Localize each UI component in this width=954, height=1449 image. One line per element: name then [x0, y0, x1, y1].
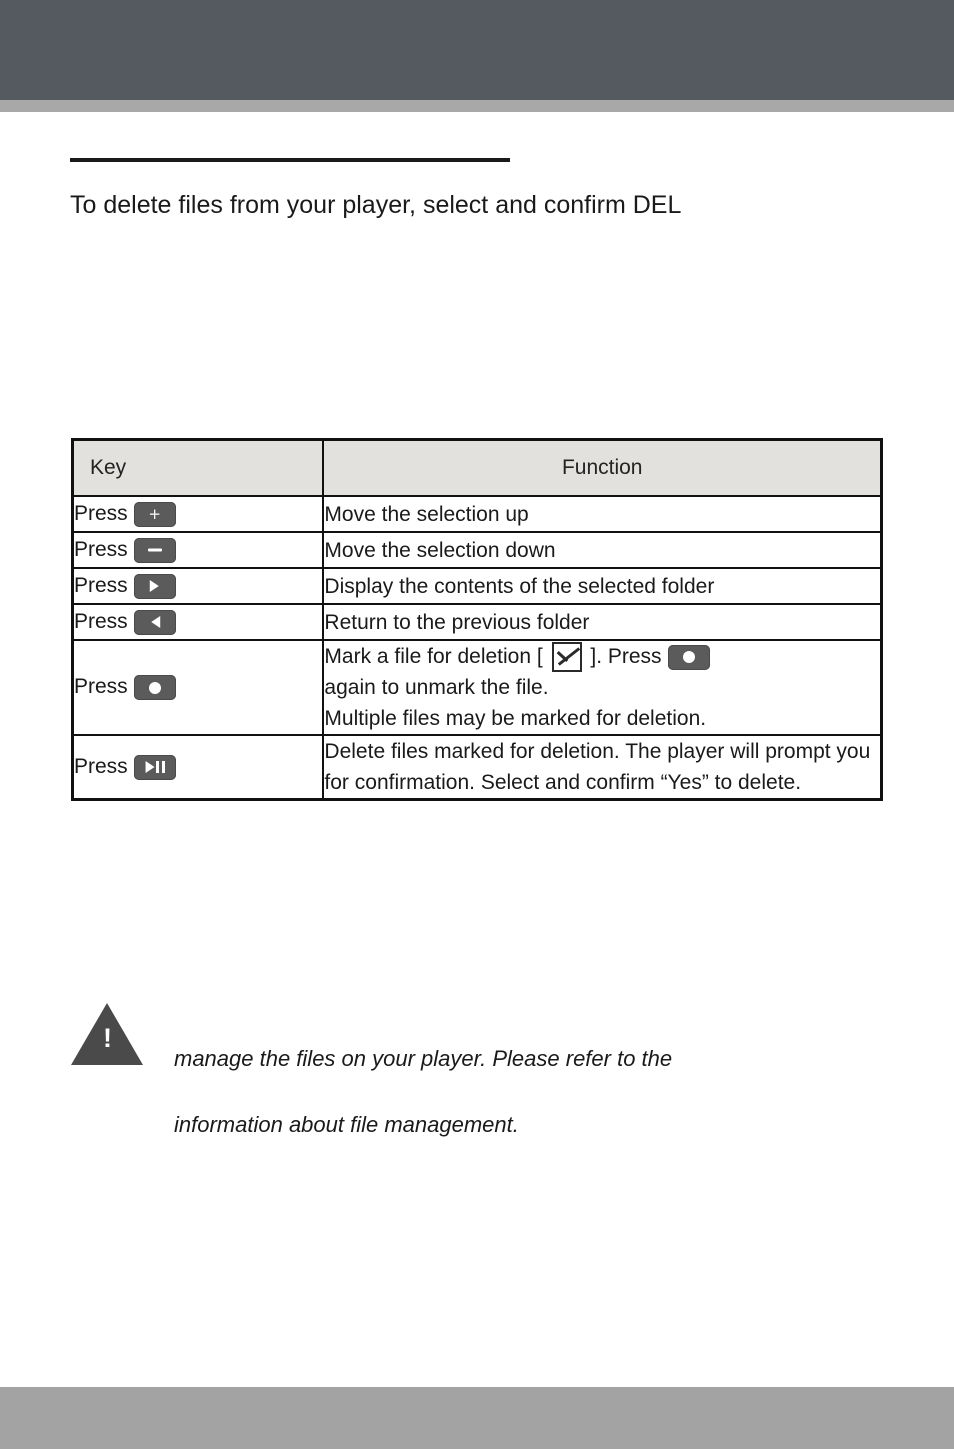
- column-header-key: Key: [71, 438, 325, 497]
- press-label: Press: [74, 755, 128, 778]
- note-line-1: manage the files on your player. Please …: [174, 1046, 673, 1071]
- right-arrow-key-icon: [133, 573, 176, 599]
- key-cell: Press: [71, 567, 325, 605]
- function-cell: Mark a file for deletion [ ]. Press agai…: [322, 638, 883, 737]
- table-row: Press Delete files marked for deletion. …: [71, 734, 883, 801]
- play-glyph: [145, 761, 155, 774]
- mark-text-part2: ]. Press: [590, 645, 662, 668]
- key-cell: Press: [71, 734, 325, 801]
- press-label: Press: [74, 609, 128, 633]
- intro-text: To delete files from your player, select…: [70, 191, 682, 219]
- warning-exclamation: !: [103, 1023, 112, 1053]
- left-arrow-key-icon: [133, 609, 176, 635]
- page-header-band: [0, 0, 954, 100]
- note-line-2: information about file management.: [174, 1112, 519, 1137]
- press-label: Press: [74, 537, 128, 561]
- key-cell: Press: [71, 531, 325, 569]
- warning-triangle-icon: !: [71, 1003, 143, 1065]
- section-rule: [70, 158, 510, 162]
- mark-text-part3: again to unmark the file.: [324, 676, 549, 700]
- key-cell: Press +: [71, 495, 325, 533]
- record-dot-glyph: [682, 651, 695, 664]
- key-function-table: Key Function Press + Move the selection u…: [71, 438, 883, 802]
- pause-glyph: [155, 761, 166, 774]
- page-footer-band: [0, 1387, 954, 1449]
- press-label: Press: [74, 573, 128, 597]
- mark-text-part1: Mark a file for deletion [: [324, 645, 543, 668]
- mark-text-part4: Multiple files may be marked for deletio…: [324, 707, 707, 731]
- record-dot-key-icon: [133, 675, 176, 701]
- table-header-row: Key Function: [71, 438, 883, 497]
- key-cell: Press: [71, 638, 325, 737]
- table-row: Press Mark a file for deletion [ ]. Pres…: [71, 638, 883, 737]
- minus-key-glyph: [147, 548, 162, 552]
- record-dot-key-icon-inline: [667, 644, 710, 670]
- function-cell: Move the selection down: [322, 531, 883, 569]
- plus-key-icon: +: [133, 501, 176, 527]
- record-dot-glyph: [148, 681, 161, 694]
- left-arrow-glyph: [150, 616, 160, 628]
- column-header-function: Function: [322, 438, 883, 497]
- press-label: Press: [74, 501, 128, 525]
- key-cell: Press: [71, 603, 325, 641]
- function-cell: Return to the previous folder: [322, 603, 883, 641]
- function-cell: Delete files marked for deletion. The pl…: [322, 734, 883, 801]
- function-cell: Move the selection up: [322, 495, 883, 533]
- table-row: Press + Move the selection up: [71, 495, 883, 533]
- minus-key-icon: [133, 537, 176, 563]
- note-text: manage the files on your player. Please …: [174, 1026, 874, 1158]
- plus-key-glyph: +: [148, 504, 161, 523]
- table-row: Press Move the selection down: [71, 531, 883, 569]
- marked-for-deletion-icon: [551, 642, 582, 673]
- play-pause-key-icon: [133, 754, 176, 780]
- table-row: Press Display the contents of the select…: [71, 567, 883, 605]
- right-arrow-glyph: [149, 580, 159, 592]
- table-row: Press Return to the previous folder: [71, 603, 883, 641]
- press-label: Press: [74, 675, 128, 699]
- function-cell: Display the contents of the selected fol…: [322, 567, 883, 605]
- page-header-shadow: [0, 100, 954, 112]
